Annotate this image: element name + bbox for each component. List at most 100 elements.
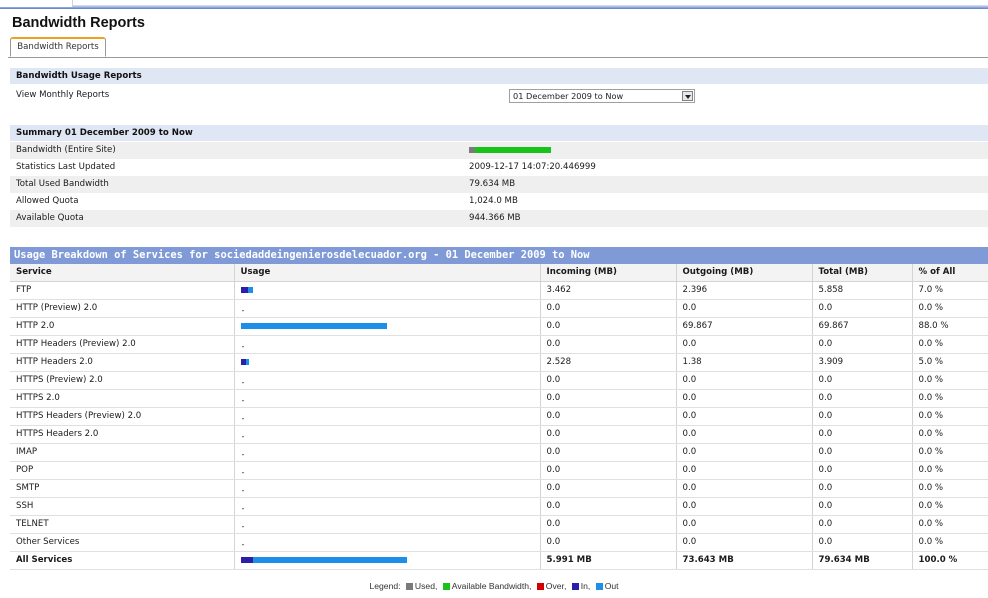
monthly-report-select[interactable]: 01 December 2009 to Now: [509, 89, 695, 103]
legend-in-label: In,: [580, 581, 591, 591]
usage-cell: -: [234, 515, 541, 534]
usage-bar: [240, 354, 540, 371]
percent-cell: 0.0 %: [912, 515, 988, 534]
usage-bar: [240, 552, 540, 569]
incoming-cell: 0.0: [540, 515, 677, 534]
bandwidth-label: Bandwidth (Entire Site): [16, 145, 116, 155]
outgoing-cell: 73.643 MB: [676, 551, 813, 570]
usage-out-segment: [240, 322, 387, 329]
legend: Legend: Used, Available Bandwidth, Over,…: [0, 581, 988, 591]
table-row: SSH -0.0 0.0 0.0 0.0 %: [10, 497, 988, 516]
percent-cell: 0.0 %: [912, 479, 988, 498]
service-cell: HTTP Headers 2.0: [10, 353, 235, 372]
total-cell: 69.867: [812, 317, 913, 336]
legend-used-label: Used,: [414, 581, 438, 591]
column-header-total: Total (MB): [812, 264, 913, 282]
usage-empty-marker: -: [241, 305, 245, 315]
usage-cell: -: [234, 407, 541, 426]
incoming-cell: 0.0: [540, 461, 677, 480]
table-row: POP -0.0 0.0 0.0 0.0 %: [10, 461, 988, 480]
service-cell: HTTPS (Preview) 2.0: [10, 371, 235, 390]
percent-cell: 0.0 %: [912, 407, 988, 426]
chevron-down-icon[interactable]: [682, 91, 693, 101]
table-row: TELNET -0.0 0.0 0.0 0.0 %: [10, 515, 988, 534]
total-cell: 0.0: [812, 497, 913, 516]
usage-in-segment: [240, 286, 248, 293]
usage-bar: [240, 318, 540, 335]
column-header-service: Service: [10, 264, 235, 282]
usage-bar: -: [241, 426, 540, 443]
usage-cell: -: [234, 335, 541, 354]
usage-out-segment: [245, 358, 249, 365]
column-header-usage: Usage: [234, 264, 541, 282]
service-cell: HTTPS Headers (Preview) 2.0: [10, 407, 235, 426]
percent-cell: 0.0 %: [912, 533, 988, 552]
allowed-quota-value: 1,024.0 MB: [469, 196, 518, 206]
total-cell: 79.634 MB: [812, 551, 913, 570]
usage-out-segment: [252, 556, 407, 563]
percent-cell: 7.0 %: [912, 281, 988, 300]
usage-empty-marker: -: [241, 377, 245, 387]
incoming-cell: 0.0: [540, 335, 677, 354]
service-cell: SSH: [10, 497, 235, 516]
incoming-cell: 0.0: [540, 479, 677, 498]
usage-cell: [234, 317, 541, 336]
usage-cell: -: [234, 371, 541, 390]
legend-available-label: Available Bandwidth,: [451, 581, 532, 591]
percent-cell: 0.0 %: [912, 299, 988, 318]
usage-cell: [234, 281, 541, 300]
usage-bar: -: [241, 516, 540, 533]
percent-cell: 100.0 %: [912, 551, 988, 570]
outgoing-cell: 0.0: [676, 299, 813, 318]
percent-cell: 0.0 %: [912, 497, 988, 516]
total-cell: 5.858: [812, 281, 913, 300]
total-cell: 0.0: [812, 299, 913, 318]
service-cell: HTTP 2.0: [10, 317, 235, 336]
incoming-cell: 0.0: [540, 497, 677, 516]
total-cell: 0.0: [812, 533, 913, 552]
usage-empty-marker: -: [241, 341, 245, 351]
percent-cell: 88.0 %: [912, 317, 988, 336]
outgoing-cell: 0.0: [676, 335, 813, 354]
service-cell: IMAP: [10, 443, 235, 462]
table-row: HTTPS Headers (Preview) 2.0-0.0 0.0 0.0 0.0…: [10, 407, 988, 426]
usage-bar: -: [241, 444, 540, 461]
outgoing-cell: 0.0: [676, 389, 813, 408]
top-banner-notch: [0, 0, 73, 7]
incoming-cell: 0.0: [540, 425, 677, 444]
usage-cell: -: [234, 389, 541, 408]
usage-bar: -: [241, 534, 540, 551]
usage-bar: -: [241, 462, 540, 479]
usage-empty-marker: -: [241, 521, 245, 531]
tab-strip-line: [8, 57, 988, 58]
incoming-cell: 0.0: [540, 371, 677, 390]
percent-cell: 5.0 %: [912, 353, 988, 372]
table-row: HTTP 2.0 0.0 69.867 69.867 88.0 %: [10, 317, 988, 336]
outgoing-cell: 1.38: [676, 353, 813, 372]
usage-empty-marker: -: [241, 503, 245, 513]
table-row: SMTP -0.0 0.0 0.0 0.0 %: [10, 479, 988, 498]
incoming-cell: 0.0: [540, 407, 677, 426]
incoming-cell: 3.462: [540, 281, 677, 300]
usage-empty-marker: -: [241, 449, 245, 459]
table-row: FTP 3.462 2.396 5.858 7.0 %: [10, 281, 988, 300]
tab-bandwidth-reports[interactable]: Bandwidth Reports: [10, 37, 106, 57]
table-row: HTTPS (Preview) 2.0-0.0 0.0 0.0 0.0 %: [10, 371, 988, 390]
updated-label: Statistics Last Updated: [16, 162, 116, 172]
usage-bar: -: [241, 480, 540, 497]
column-header-incoming: Incoming (MB): [540, 264, 677, 282]
usage-cell: -: [234, 425, 541, 444]
usage-empty-marker: -: [241, 395, 245, 405]
incoming-cell: 0.0: [540, 443, 677, 462]
usage-bar: -: [241, 300, 540, 317]
usage-empty-marker: -: [241, 539, 245, 549]
legend-out-swatch: [595, 583, 603, 590]
outgoing-cell: 0.0: [676, 533, 813, 552]
legend-available-swatch: [442, 583, 450, 590]
total-cell: 0.0: [812, 425, 913, 444]
usage-cell: -: [234, 479, 541, 498]
usage-cell: [234, 551, 541, 570]
total-cell: 0.0: [812, 479, 913, 498]
total-used-value: 79.634 MB: [469, 179, 516, 189]
summary-row-allowed: Allowed Quota 1,024.0 MB: [10, 193, 988, 210]
